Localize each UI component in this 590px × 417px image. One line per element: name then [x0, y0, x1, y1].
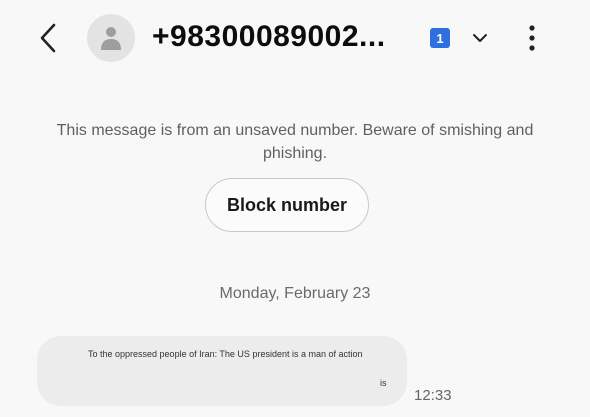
- date-separator: Monday, February 23: [219, 285, 371, 302]
- message-bubble[interactable]: [37, 336, 407, 406]
- message-text-line2: is: [380, 378, 387, 388]
- message-timestamp: 12:33: [414, 387, 452, 404]
- contact-title[interactable]: +98300089002...: [152, 20, 386, 54]
- sim-badge: 1: [430, 28, 450, 48]
- conversation-screen: +98300089002... 1 This message is from a…: [0, 0, 590, 417]
- person-icon: [101, 27, 121, 50]
- chevron-down-icon: [473, 34, 487, 42]
- message-text-line1: To the oppressed people of Iran: The US …: [88, 349, 363, 359]
- back-button[interactable]: [30, 18, 66, 58]
- conversation-header: +98300089002... 1: [0, 0, 590, 80]
- chevron-left-icon: [40, 23, 56, 53]
- unsaved-number-warning: This message is from an unsaved number. …: [56, 122, 534, 162]
- more-vert-icon: [529, 25, 535, 51]
- more-options-button[interactable]: [518, 20, 546, 56]
- dropdown-button[interactable]: [466, 24, 494, 52]
- avatar[interactable]: [87, 14, 135, 62]
- block-number-button[interactable]: Block number: [205, 178, 369, 232]
